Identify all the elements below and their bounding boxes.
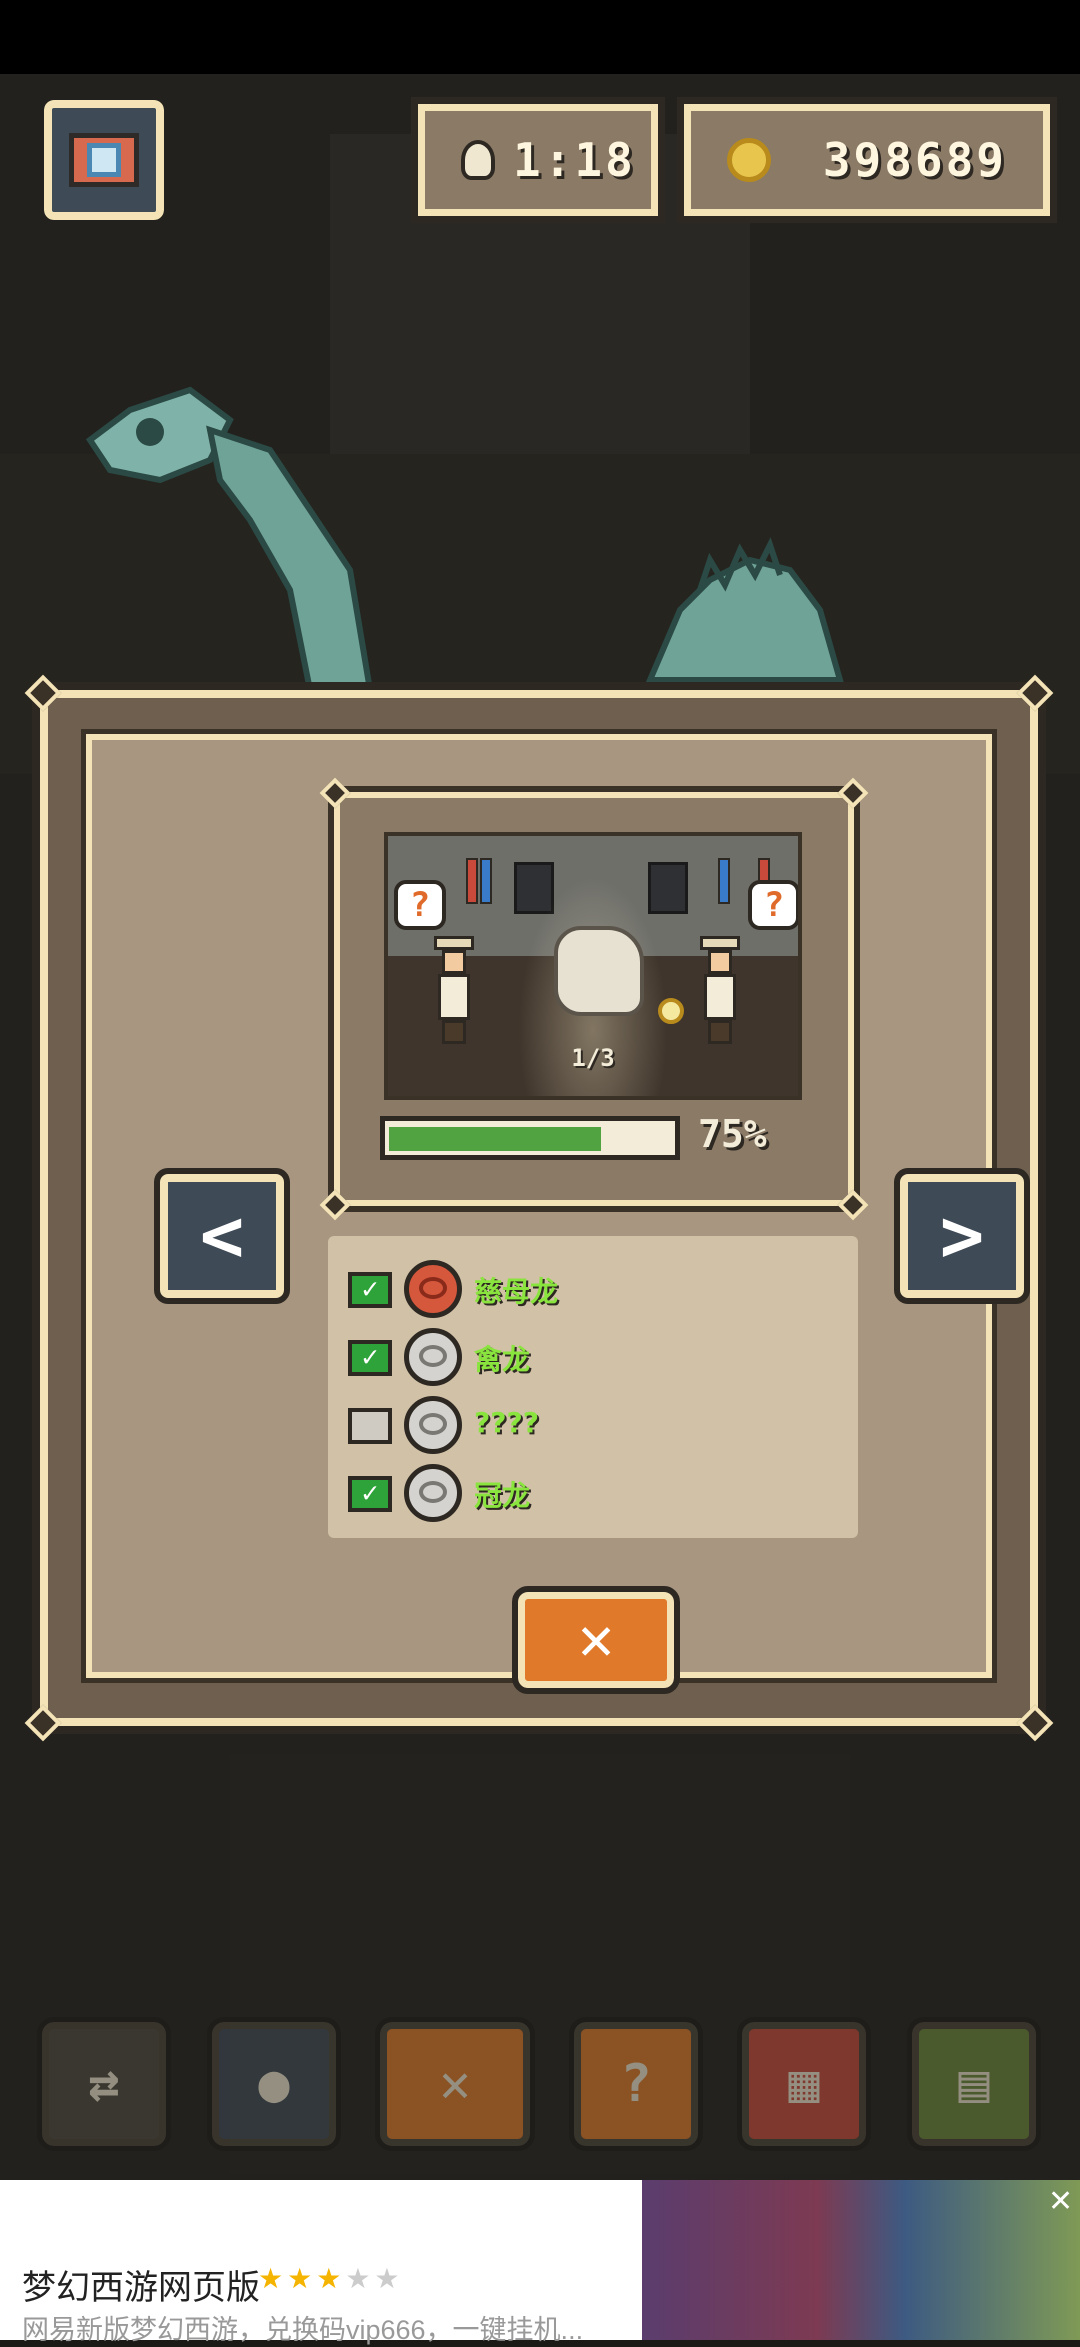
fossil-specimen bbox=[554, 926, 644, 1016]
fossil-red-icon bbox=[404, 1260, 462, 1318]
coin-icon bbox=[727, 138, 771, 182]
ad-description[interactable]: 网易新版梦幻西游，兑换码vip666，一键挂机... bbox=[22, 2308, 622, 2347]
close-icon: ✕ bbox=[439, 2054, 471, 2114]
progress-label: 75% bbox=[698, 1112, 767, 1156]
ad-title[interactable]: 梦幻西游网页版 bbox=[22, 2260, 260, 2309]
status-bar bbox=[0, 0, 1080, 74]
swap-icon: ⇄ bbox=[88, 2054, 120, 2114]
checkbox-checked[interactable]: ✓ bbox=[348, 1476, 392, 1512]
ad-close-icon[interactable]: ✕ bbox=[1048, 2184, 1073, 2219]
fossil-name: ???? bbox=[474, 1406, 539, 1439]
close-button[interactable]: ✕ bbox=[512, 1586, 680, 1694]
image-page-indicator: 1/3 bbox=[571, 1044, 615, 1072]
progress-bar bbox=[380, 1116, 680, 1160]
chevron-right-icon: > bbox=[939, 1193, 985, 1279]
timer-value: 1:18 bbox=[513, 133, 636, 187]
progress-fill bbox=[389, 1127, 601, 1151]
coin-display: 398689 bbox=[677, 97, 1057, 223]
question-bubble: ? bbox=[394, 880, 446, 930]
scene-image-frame: ? ? 1/3 75% bbox=[319, 777, 869, 1221]
fossil-gray-icon bbox=[404, 1464, 462, 1522]
hint-button[interactable]: ● bbox=[207, 2017, 341, 2151]
close-icon: ✕ bbox=[577, 1604, 615, 1674]
checkbox-checked[interactable]: ✓ bbox=[348, 1340, 392, 1376]
checkbox-unchecked[interactable]: ✓ bbox=[348, 1408, 392, 1444]
fossil-quiz-dialog: ? ? 1/3 75% < > ✓ 慈母龙 ✓ 禽龙 ???? ✓ 冠龙 ✕ bbox=[24, 674, 1054, 1742]
fossil-checklist: ✓ 慈母龙 ✓ 禽龙 ✓ ???? ✓ 冠龙 bbox=[328, 1236, 858, 1538]
stegosaurus-skeleton bbox=[645, 537, 844, 683]
scene-image: ? ? 1/3 bbox=[384, 832, 802, 1100]
dinosaur-skeleton bbox=[85, 386, 374, 690]
fossil-name: 冠龙 bbox=[474, 1479, 531, 1512]
star-empty-icon: ★★ bbox=[345, 2262, 404, 2295]
lightbulb-icon: ● bbox=[258, 2054, 290, 2114]
explorer-character bbox=[432, 936, 476, 1046]
explorer-character bbox=[698, 936, 742, 1046]
ad-rating: ★★★★★ bbox=[258, 2262, 404, 2295]
next-button[interactable]: > bbox=[894, 1168, 1030, 1304]
list-item[interactable]: ✓ ???? bbox=[348, 1394, 828, 1456]
list-item[interactable]: ✓ 慈母龙 bbox=[348, 1258, 828, 1320]
list-item[interactable]: ✓ 冠龙 bbox=[348, 1462, 828, 1524]
toolbar-close-button[interactable]: ✕ bbox=[375, 2017, 535, 2151]
lightbulb-icon bbox=[461, 140, 495, 180]
book-icon: ▤ bbox=[958, 2054, 990, 2114]
camera-icon bbox=[69, 133, 139, 187]
star-icon: ★★★ bbox=[258, 2262, 346, 2295]
question-bubble: ? bbox=[748, 880, 798, 930]
timer-display: 1:18 bbox=[411, 97, 665, 223]
ad-image[interactable] bbox=[642, 2180, 1080, 2340]
map-button[interactable]: ▦ bbox=[737, 2017, 871, 2151]
list-item[interactable]: ✓ 禽龙 bbox=[348, 1326, 828, 1388]
inspect-button[interactable]: ? bbox=[569, 2017, 703, 2151]
chevron-left-icon: < bbox=[199, 1193, 245, 1279]
magnifier-icon bbox=[658, 998, 684, 1024]
checkbox-checked[interactable]: ✓ bbox=[348, 1272, 392, 1308]
book-button[interactable]: ▤ bbox=[907, 2017, 1041, 2151]
fossil-gray-icon bbox=[404, 1396, 462, 1454]
camera-button[interactable] bbox=[38, 94, 170, 226]
magnifier-question-icon: ? bbox=[620, 2054, 652, 2114]
fossil-name: 慈母龙 bbox=[474, 1275, 559, 1308]
fossil-gray-icon bbox=[404, 1328, 462, 1386]
swap-button[interactable]: ⇄ bbox=[37, 2017, 171, 2151]
fossil-name: 禽龙 bbox=[474, 1343, 531, 1376]
map-icon: ▦ bbox=[788, 2054, 820, 2114]
dialog-panel: ? ? 1/3 75% < > ✓ 慈母龙 ✓ 禽龙 ???? ✓ 冠龙 ✕ bbox=[81, 729, 1030, 1694]
previous-button[interactable]: < bbox=[154, 1168, 290, 1304]
coin-count: 398689 bbox=[822, 133, 1007, 187]
